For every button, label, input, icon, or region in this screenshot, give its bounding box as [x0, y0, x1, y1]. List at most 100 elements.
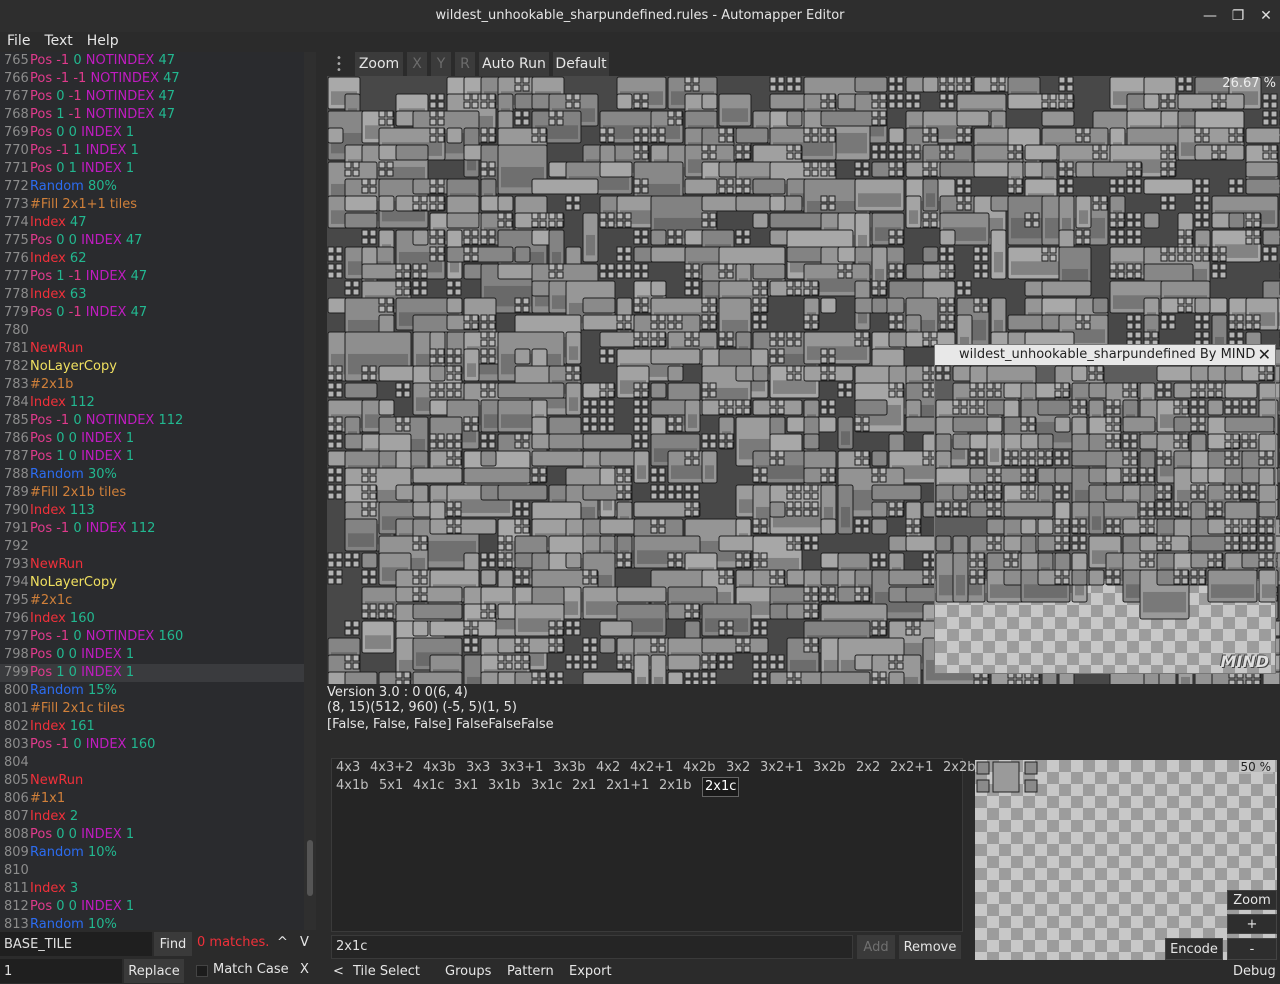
- group-tag[interactable]: 3x1: [454, 777, 478, 795]
- code-line[interactable]: 805NewRun: [0, 772, 304, 790]
- code-line[interactable]: 772Random 80%: [0, 178, 304, 196]
- code-line[interactable]: 801#Fill 2x1c tiles: [0, 700, 304, 718]
- group-tag[interactable]: 4x3+2: [370, 759, 413, 777]
- code-line[interactable]: 767Pos 0 -1 NOTINDEX 47: [0, 88, 304, 106]
- code-line[interactable]: 766Pos -1 -1 NOTINDEX 47: [0, 70, 304, 88]
- group-tag[interactable]: 4x2+1: [630, 759, 673, 777]
- tab-debug[interactable]: Debug: [1233, 964, 1276, 979]
- code-line[interactable]: 811Index 3: [0, 880, 304, 898]
- preview-zoom-out-button[interactable]: -: [1227, 938, 1277, 960]
- code-line[interactable]: 797Pos -1 0 NOTINDEX 160: [0, 628, 304, 646]
- code-line[interactable]: 765Pos -1 0 NOTINDEX 47: [0, 52, 304, 70]
- group-tag[interactable]: 3x3+1: [500, 759, 543, 777]
- tab-export[interactable]: Export: [569, 964, 612, 979]
- group-tag[interactable]: 4x1b: [336, 777, 369, 795]
- group-tag[interactable]: 2x1b: [659, 777, 692, 795]
- code-line[interactable]: 782NoLayerCopy: [0, 358, 304, 376]
- code-line[interactable]: 773#Fill 2x1+1 tiles: [0, 196, 304, 214]
- code-line[interactable]: 803Pos -1 0 INDEX 160: [0, 736, 304, 754]
- tileset-window[interactable]: wildest_unhookable_sharpundefined By MIN…: [934, 344, 1280, 674]
- code-line[interactable]: 795#2x1c: [0, 592, 304, 610]
- code-line[interactable]: 799Pos 1 0 INDEX 1: [0, 664, 304, 682]
- code-line[interactable]: 779Pos 0 -1 INDEX 47: [0, 304, 304, 322]
- rotate-button[interactable]: R: [455, 52, 475, 76]
- preview-zoom-in-button[interactable]: +: [1227, 914, 1277, 934]
- group-tag[interactable]: 3x1c: [531, 777, 562, 795]
- editor-scroll-thumb[interactable]: [307, 840, 313, 896]
- code-line[interactable]: 771Pos 0 1 INDEX 1: [0, 160, 304, 178]
- tab-pattern[interactable]: Pattern: [507, 964, 554, 979]
- group-tag[interactable]: 2x2: [856, 759, 880, 777]
- editor-scrollbar[interactable]: [304, 52, 316, 930]
- find-button[interactable]: Find: [154, 932, 192, 956]
- group-list[interactable]: 4x3 4x3+2 4x3b 3x3 3x3+1 3x3b 4x2 4x2+1 4x2b 3x2 3…: [331, 758, 1010, 932]
- code-line[interactable]: 769Pos 0 0 INDEX 1: [0, 124, 304, 142]
- rules-editor[interactable]: 765Pos -1 0 NOTINDEX 47 766Pos -1 -1 NOTI…: [0, 52, 304, 930]
- code-line[interactable]: 792: [0, 538, 304, 556]
- tileset-close-icon[interactable]: ✕: [1258, 345, 1271, 365]
- group-tag[interactable]: 3x2b: [813, 759, 846, 777]
- replace-input[interactable]: [0, 959, 122, 983]
- code-line[interactable]: 808Pos 0 0 INDEX 1: [0, 826, 304, 844]
- remove-group-button[interactable]: Remove: [899, 935, 961, 959]
- toolbar-grip-icon[interactable]: • • •: [336, 54, 342, 76]
- code-line[interactable]: 812Pos 0 0 INDEX 1: [0, 898, 304, 916]
- group-tag[interactable]: 3x2: [726, 759, 750, 777]
- encode-button[interactable]: Encode: [1165, 938, 1223, 960]
- code-line[interactable]: 789#Fill 2x1b tiles: [0, 484, 304, 502]
- group-tag[interactable]: 4x1c: [413, 777, 444, 795]
- group-tag[interactable]: 3x3b: [553, 759, 586, 777]
- code-line[interactable]: 784Index 112: [0, 394, 304, 412]
- code-line[interactable]: 806#1x1: [0, 790, 304, 808]
- code-line[interactable]: 780: [0, 322, 304, 340]
- group-tag[interactable]: 4x3b: [423, 759, 456, 777]
- group-tag[interactable]: 3x1b: [488, 777, 521, 795]
- tileset-canvas[interactable]: MIND: [935, 365, 1280, 673]
- code-line[interactable]: 790Index 113: [0, 502, 304, 520]
- default-button[interactable]: Default: [553, 52, 609, 76]
- add-group-button[interactable]: Add: [857, 935, 895, 959]
- code-line[interactable]: 810: [0, 862, 304, 880]
- code-line[interactable]: 791Pos -1 0 INDEX 112: [0, 520, 304, 538]
- find-prev-button[interactable]: ^: [277, 931, 288, 955]
- menu-file[interactable]: File: [0, 32, 37, 52]
- tab-tile-select[interactable]: Tile Select: [353, 964, 420, 979]
- group-tag[interactable]: 2x1+1: [606, 777, 649, 795]
- code-line[interactable]: 787Pos 1 0 INDEX 1: [0, 448, 304, 466]
- menu-help[interactable]: Help: [80, 32, 126, 52]
- flip-y-button[interactable]: Y: [431, 52, 451, 76]
- code-line[interactable]: 794NoLayerCopy: [0, 574, 304, 592]
- group-tag[interactable]: 4x2b: [683, 759, 716, 777]
- code-line[interactable]: 777Pos 1 -1 INDEX 47: [0, 268, 304, 286]
- code-line[interactable]: 798Pos 0 0 INDEX 1: [0, 646, 304, 664]
- code-line[interactable]: 786Pos 0 0 INDEX 1: [0, 430, 304, 448]
- group-tag[interactable]: 5x1: [379, 777, 403, 795]
- find-next-button[interactable]: V: [300, 931, 309, 955]
- code-line[interactable]: 807Index 2: [0, 808, 304, 826]
- code-line[interactable]: 796Index 160: [0, 610, 304, 628]
- replace-button[interactable]: Replace: [124, 959, 184, 983]
- code-line[interactable]: 802Index 161: [0, 718, 304, 736]
- group-tag[interactable]: 2x2+1: [890, 759, 933, 777]
- menu-text[interactable]: Text: [37, 32, 79, 52]
- zoom-button[interactable]: Zoom: [355, 52, 403, 76]
- code-line[interactable]: 783#2x1b: [0, 376, 304, 394]
- code-line[interactable]: 770Pos -1 1 INDEX 1: [0, 142, 304, 160]
- group-tag[interactable]: 2x1c: [702, 777, 740, 797]
- find-close-button[interactable]: X: [300, 958, 309, 982]
- group-name-input[interactable]: 2x1c: [331, 935, 853, 959]
- group-tag[interactable]: 2x2b: [943, 759, 976, 777]
- maximize-icon[interactable]: ❐: [1224, 0, 1252, 32]
- code-line[interactable]: 778Index 63: [0, 286, 304, 304]
- tabs-back-button[interactable]: <: [333, 964, 344, 979]
- auto-run-button[interactable]: Auto Run: [479, 52, 549, 76]
- code-line[interactable]: 774Index 47: [0, 214, 304, 232]
- group-tag[interactable]: 4x3: [336, 759, 360, 777]
- code-line[interactable]: 800Random 15%: [0, 682, 304, 700]
- code-line[interactable]: 775Pos 0 0 INDEX 47: [0, 232, 304, 250]
- preview-zoom-button[interactable]: Zoom: [1227, 890, 1277, 910]
- group-tag[interactable]: 4x2: [596, 759, 620, 777]
- code-line[interactable]: 813Random 10%: [0, 916, 304, 930]
- minimize-icon[interactable]: —: [1196, 0, 1224, 32]
- close-icon[interactable]: ✕: [1252, 0, 1280, 32]
